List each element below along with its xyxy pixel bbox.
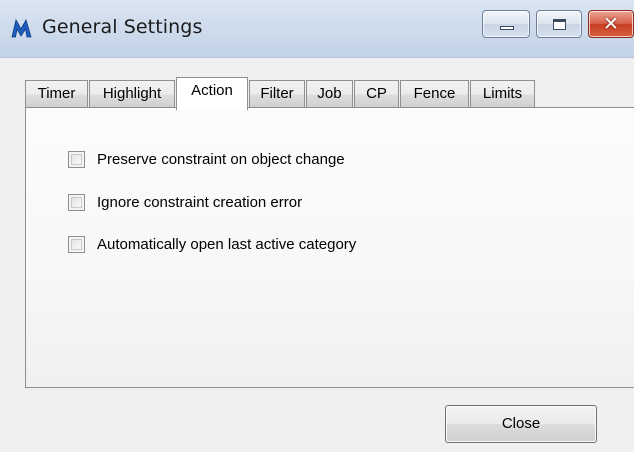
general-settings-window: General Settings ✕ Timer Highlight Actio…: [0, 0, 634, 452]
auto-open-last-category-checkbox[interactable]: [68, 236, 85, 253]
preserve-constraint-checkbox[interactable]: [68, 151, 85, 168]
tab-limits[interactable]: Limits: [470, 80, 535, 108]
tab-timer[interactable]: Timer: [25, 80, 88, 108]
action-tab-panel: Preserve constraint on object change Ign…: [25, 107, 634, 388]
auto-open-last-category-label[interactable]: Automatically open last active category: [97, 235, 356, 255]
tab-fence[interactable]: Fence: [400, 80, 469, 108]
maximize-button[interactable]: [536, 10, 582, 38]
window-title: General Settings: [42, 16, 203, 38]
tab-action[interactable]: Action: [176, 77, 248, 110]
ignore-constraint-error-label[interactable]: Ignore constraint creation error: [97, 193, 302, 213]
ignore-constraint-error-checkbox[interactable]: [68, 194, 85, 211]
tab-cp[interactable]: CP: [354, 80, 399, 108]
tab-job[interactable]: Job: [306, 80, 353, 108]
tab-highlight[interactable]: Highlight: [89, 80, 175, 108]
tab-filter[interactable]: Filter: [249, 80, 305, 108]
maximize-icon: [553, 19, 566, 30]
minimize-button[interactable]: [482, 10, 530, 38]
app-logo-icon: [10, 17, 34, 39]
title-bar[interactable]: General Settings ✕: [0, 0, 634, 58]
close-icon: ✕: [603, 13, 619, 35]
minimize-icon: [500, 26, 514, 30]
close-button[interactable]: Close: [445, 405, 597, 443]
preserve-constraint-label[interactable]: Preserve constraint on object change: [97, 150, 345, 170]
close-window-button[interactable]: ✕: [588, 10, 634, 38]
